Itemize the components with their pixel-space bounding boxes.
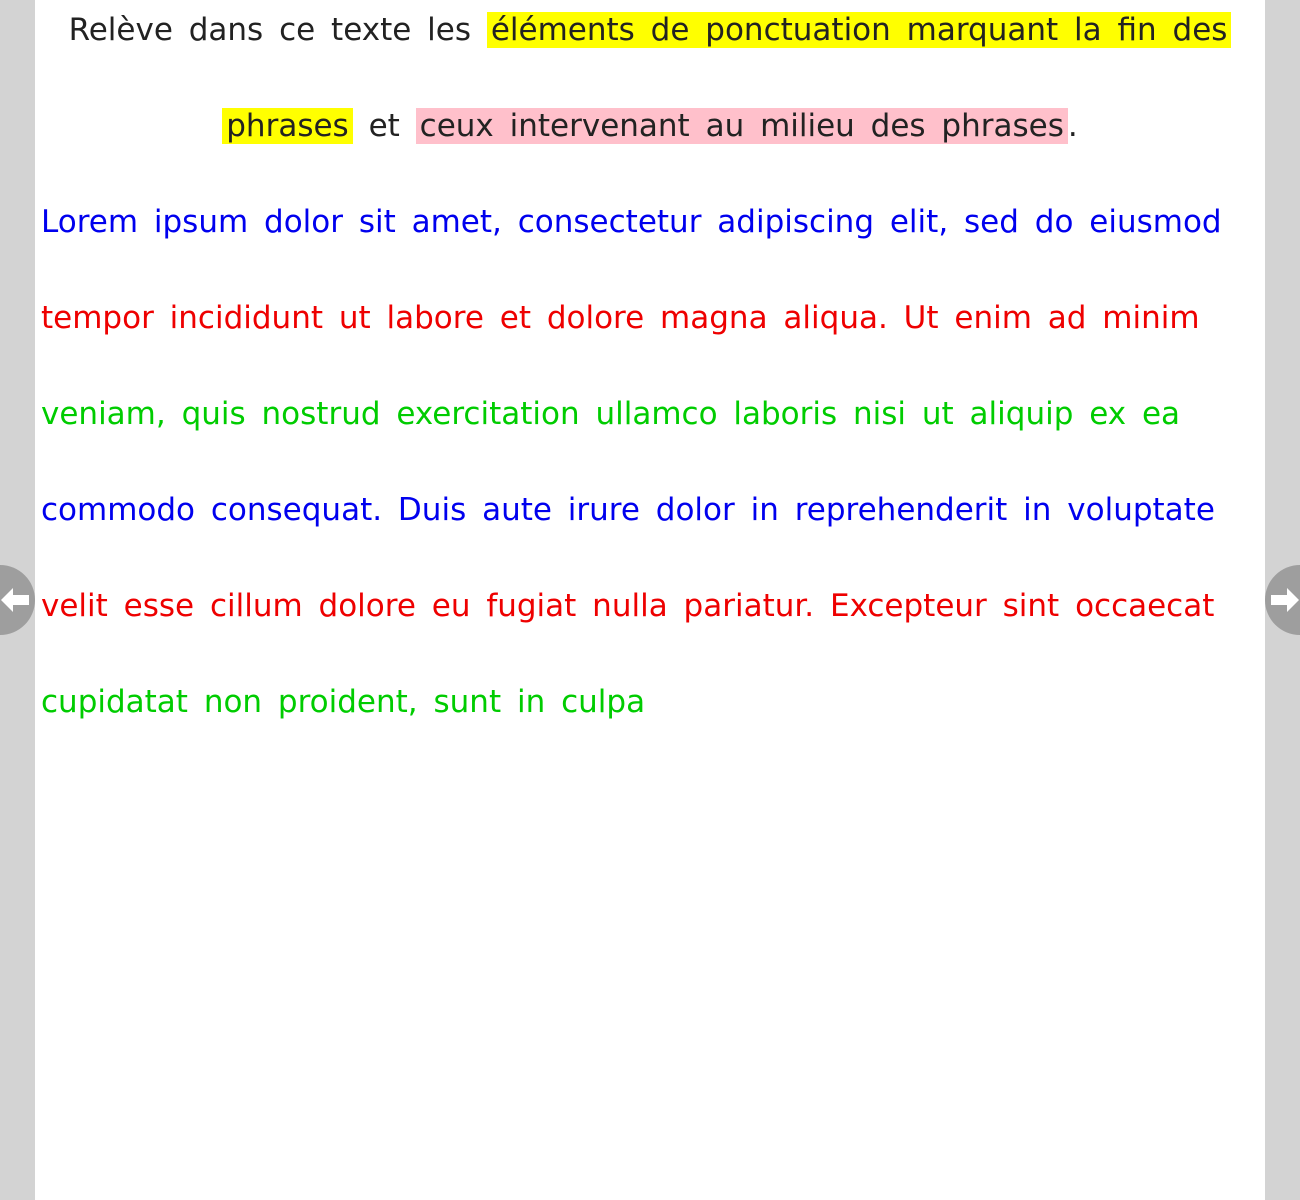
text-line-4[interactable]: commodo consequat. Duis aute irure dolor… <box>41 485 1257 535</box>
prev-page-button[interactable] <box>0 565 35 635</box>
arrow-right-icon <box>1271 588 1299 612</box>
highlight-sentence-end-cont: phrases <box>222 108 353 144</box>
text-line-5[interactable]: velit esse cillum dolore eu fugiat nulla… <box>41 581 1257 631</box>
arrow-left-icon <box>1 588 29 612</box>
text-line-2[interactable]: tempor incididunt ut labore et dolore ma… <box>41 293 1257 343</box>
instruction-text: Relève dans ce texte les <box>68 12 471 48</box>
instruction-connector: et <box>368 108 400 144</box>
highlight-sentence-end: éléments de ponctuation marquant la fin … <box>486 12 1232 48</box>
exercise-page: Relève dans ce texte les éléments de pon… <box>35 0 1265 1200</box>
instruction-line-1: Relève dans ce texte les éléments de pon… <box>35 5 1265 55</box>
instruction-final-dot: . <box>1067 108 1078 144</box>
text-line-6[interactable]: cupidatat non proident, sunt in culpa <box>41 677 1257 727</box>
next-page-button[interactable] <box>1265 565 1300 635</box>
text-line-3[interactable]: veniam, quis nostrud exercitation ullamc… <box>41 389 1257 439</box>
highlight-sentence-middle: ceux intervenant au milieu des phrases <box>415 108 1068 144</box>
instruction-line-2: phrases et ceux intervenant au milieu de… <box>35 101 1265 151</box>
text-line-1[interactable]: Lorem ipsum dolor sit amet, consectetur … <box>41 197 1257 247</box>
